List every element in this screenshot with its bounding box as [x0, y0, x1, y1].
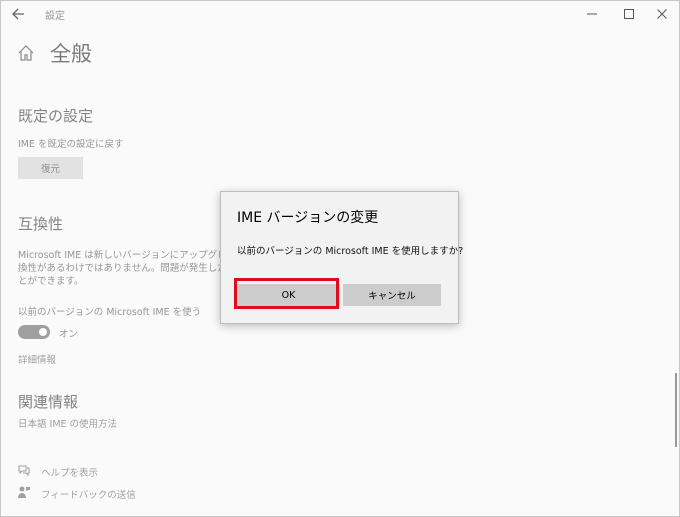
- minimize-icon[interactable]: [575, 1, 609, 27]
- dialog-title: IME バージョンの変更: [237, 210, 379, 226]
- legacy-ime-label: 以前のバージョンの Microsoft IME を使う: [18, 307, 202, 318]
- default-settings-heading: 既定の設定: [18, 107, 94, 125]
- help-icon: [17, 463, 31, 477]
- details-link[interactable]: 詳細情報: [18, 352, 56, 366]
- compatibility-description-2: 換性があるわけではありません。問題が発生した場合: [18, 263, 246, 274]
- window-title: 設定: [45, 11, 65, 22]
- toggle-state-label: オン: [59, 329, 79, 340]
- help-link[interactable]: ヘルプを表示: [41, 465, 98, 479]
- scrollbar[interactable]: [675, 373, 677, 447]
- related-heading: 関連情報: [18, 393, 79, 411]
- compatibility-description-3: とができます。: [18, 276, 84, 287]
- home-icon[interactable]: [16, 43, 36, 63]
- title-bar: 設定: [1, 1, 679, 27]
- compatibility-heading: 互換性: [18, 215, 64, 233]
- feedback-icon: [17, 485, 31, 499]
- legacy-ime-toggle[interactable]: [18, 325, 50, 339]
- restore-button[interactable]: 復元: [18, 157, 83, 179]
- dialog-message: 以前のバージョンの Microsoft IME を使用しますか?: [237, 246, 464, 257]
- close-icon[interactable]: [645, 1, 679, 27]
- feedback-link[interactable]: フィードバックの送信: [41, 487, 136, 501]
- cancel-button[interactable]: キャンセル: [343, 284, 441, 306]
- ok-button-highlight: [234, 278, 339, 309]
- maximize-icon[interactable]: [612, 1, 646, 27]
- page-title: 全般: [50, 42, 92, 66]
- back-arrow-icon[interactable]: [9, 4, 29, 24]
- ime-usage-link[interactable]: 日本語 IME の使用方法: [18, 416, 117, 430]
- default-settings-description: IME を既定の設定に戻す: [18, 139, 124, 150]
